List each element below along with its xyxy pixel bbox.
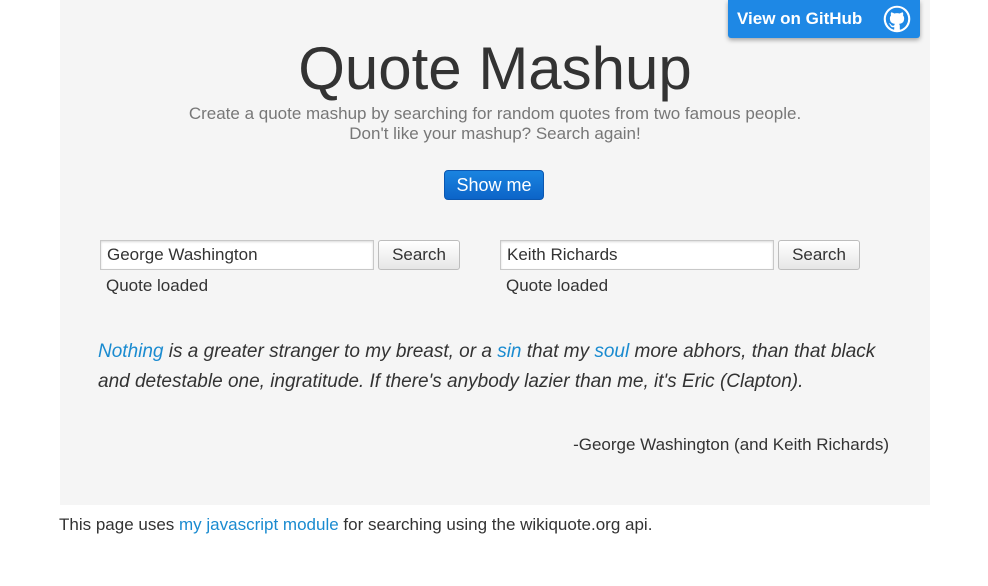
person-1-status: Quote loaded: [106, 276, 209, 295]
quote-link-soul[interactable]: soul: [594, 341, 629, 362]
person-2-search-input[interactable]: [500, 240, 774, 270]
person-1-search-button[interactable]: Search: [378, 240, 460, 270]
github-label: View on GitHub: [737, 9, 863, 28]
view-on-github-button[interactable]: View on GitHub: [728, 0, 920, 38]
javascript-module-link[interactable]: my javascript module: [179, 515, 339, 534]
person-2-status: Quote loaded: [506, 276, 609, 295]
quote-text-2: that my: [521, 341, 595, 362]
person-1-search-input[interactable]: [100, 240, 374, 270]
subtitle-line-1: Create a quote mashup by searching for r…: [188, 104, 802, 123]
footer-note: This page uses my javascript module for …: [59, 515, 652, 535]
footer-suffix: for searching using the wikiquote.org ap…: [338, 515, 653, 534]
subtitle-line-2: Don't like your mashup? Search again!: [349, 124, 641, 143]
quote-link-sin[interactable]: sin: [497, 341, 521, 362]
quote-link-nothing[interactable]: Nothing: [98, 341, 164, 362]
quote-attribution: -George Washington (and Keith Richards): [573, 435, 889, 454]
quote-text-1: is a greater stranger to my breast, or a: [163, 341, 498, 362]
page-title: Quote Mashup: [298, 35, 692, 102]
main-panel: Quote Mashup Create a quote mashup by se…: [60, 0, 930, 505]
show-me-button[interactable]: Show me: [444, 170, 544, 200]
mashup-quote: Nothing is a greater stranger to my brea…: [98, 337, 878, 397]
github-octocat-icon: [882, 4, 912, 34]
footer-prefix: This page uses: [59, 515, 180, 534]
page-subtitle: Create a quote mashup by searching for r…: [60, 104, 930, 144]
person-2-search-button[interactable]: Search: [778, 240, 860, 270]
